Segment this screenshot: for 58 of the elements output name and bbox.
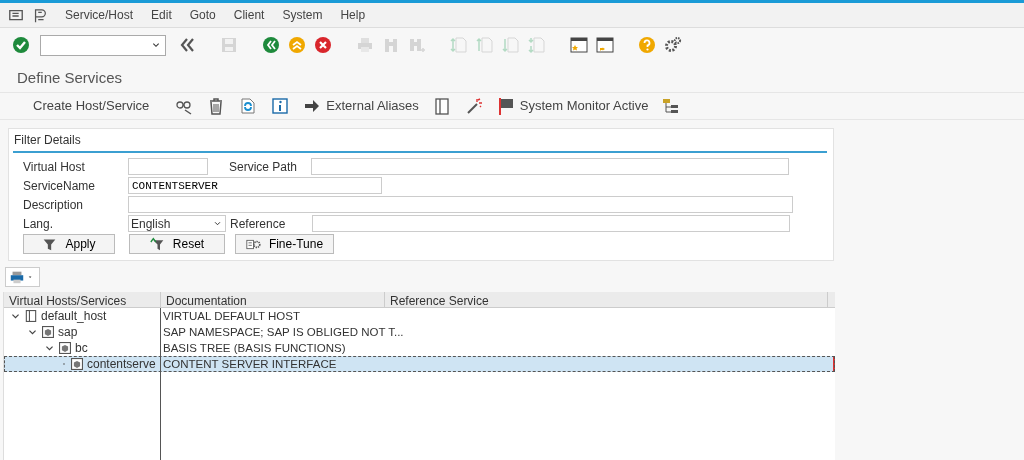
table-cell-text: BASIS TREE (BASIS FUNCTIONS) [162,341,347,356]
service-icon [70,357,84,371]
window-shortcut-button[interactable] [594,36,616,54]
node-name: contentserve [87,356,156,372]
node-name: default_host [41,308,107,324]
field-label: Lang. [23,215,55,233]
language-select[interactable]: English [128,215,226,232]
menu-item[interactable]: System [273,6,332,24]
table-cell-text: SAP NAMESPACE; SAP IS OBLIGED NOT T... [162,325,404,340]
menu-item[interactable]: Help [331,6,375,24]
column-header[interactable]: Reference Service [385,292,828,307]
print-menu-button[interactable] [5,267,40,287]
create-button[interactable]: Create Host/Service [30,96,153,116]
node-name: sap [58,324,78,340]
printer-icon [9,269,25,285]
settings-button[interactable] [662,36,684,54]
check-button[interactable] [10,36,32,54]
reset-funnel-icon [149,236,165,252]
field-label: Description [23,196,85,214]
field-label: Service Path [228,158,299,176]
input-field[interactable] [311,158,789,175]
input-field[interactable]: CONTENTSERVER [128,177,382,194]
menu-item[interactable]: Edit [142,6,181,24]
service-icon [58,341,72,355]
fine-tune-button[interactable]: Fine-Tune [235,234,334,254]
column-header[interactable]: Virtual Hosts/Services [4,292,161,307]
column-header[interactable]: Documentation [161,292,385,307]
menu-item[interactable]: Goto [180,6,225,24]
screen-title: Define Services [16,68,124,88]
up-button[interactable] [286,36,308,54]
menu-item[interactable]: Client [224,6,274,24]
input-field[interactable] [128,158,208,175]
external-aliases-button[interactable]: External Aliases [300,96,422,116]
input-field[interactable] [128,196,793,213]
menu-item[interactable]: Service/Host [56,6,143,24]
node-name: bc [75,340,88,356]
window-star-button[interactable] [568,36,590,54]
apply-button[interactable]: Apply [23,234,115,254]
bullet-icon [61,361,67,367]
input-field[interactable] [312,215,790,232]
command-field[interactable] [40,34,166,56]
tree-row[interactable]: contentserve CONTENT SERVER INTERFACE [4,356,835,372]
system-monitor-button[interactable]: System Monitor Active [493,96,652,116]
cancel-button[interactable] [312,36,334,54]
arrow-icon [303,97,322,115]
flag-icon [496,97,515,115]
table-cell-text: VIRTUAL DEFAULT HOST [162,309,301,324]
field-label: Virtual Host [23,158,86,176]
reset-button[interactable]: Reset [129,234,225,254]
tree-row[interactable]: sap SAP NAMESPACE; SAP IS OBLIGED NOT T... [4,324,835,340]
tree-row[interactable]: default_host VIRTUAL DEFAULT HOST [4,308,835,324]
host-icon [24,309,38,323]
table-cell-text: CONTENT SERVER INTERFACE [162,357,338,372]
panel-title: Filter Details [13,129,827,153]
field-label: ServiceName [23,177,97,195]
field-label: Reference [229,215,287,233]
back-button[interactable] [260,36,282,54]
service-icon [41,325,55,339]
